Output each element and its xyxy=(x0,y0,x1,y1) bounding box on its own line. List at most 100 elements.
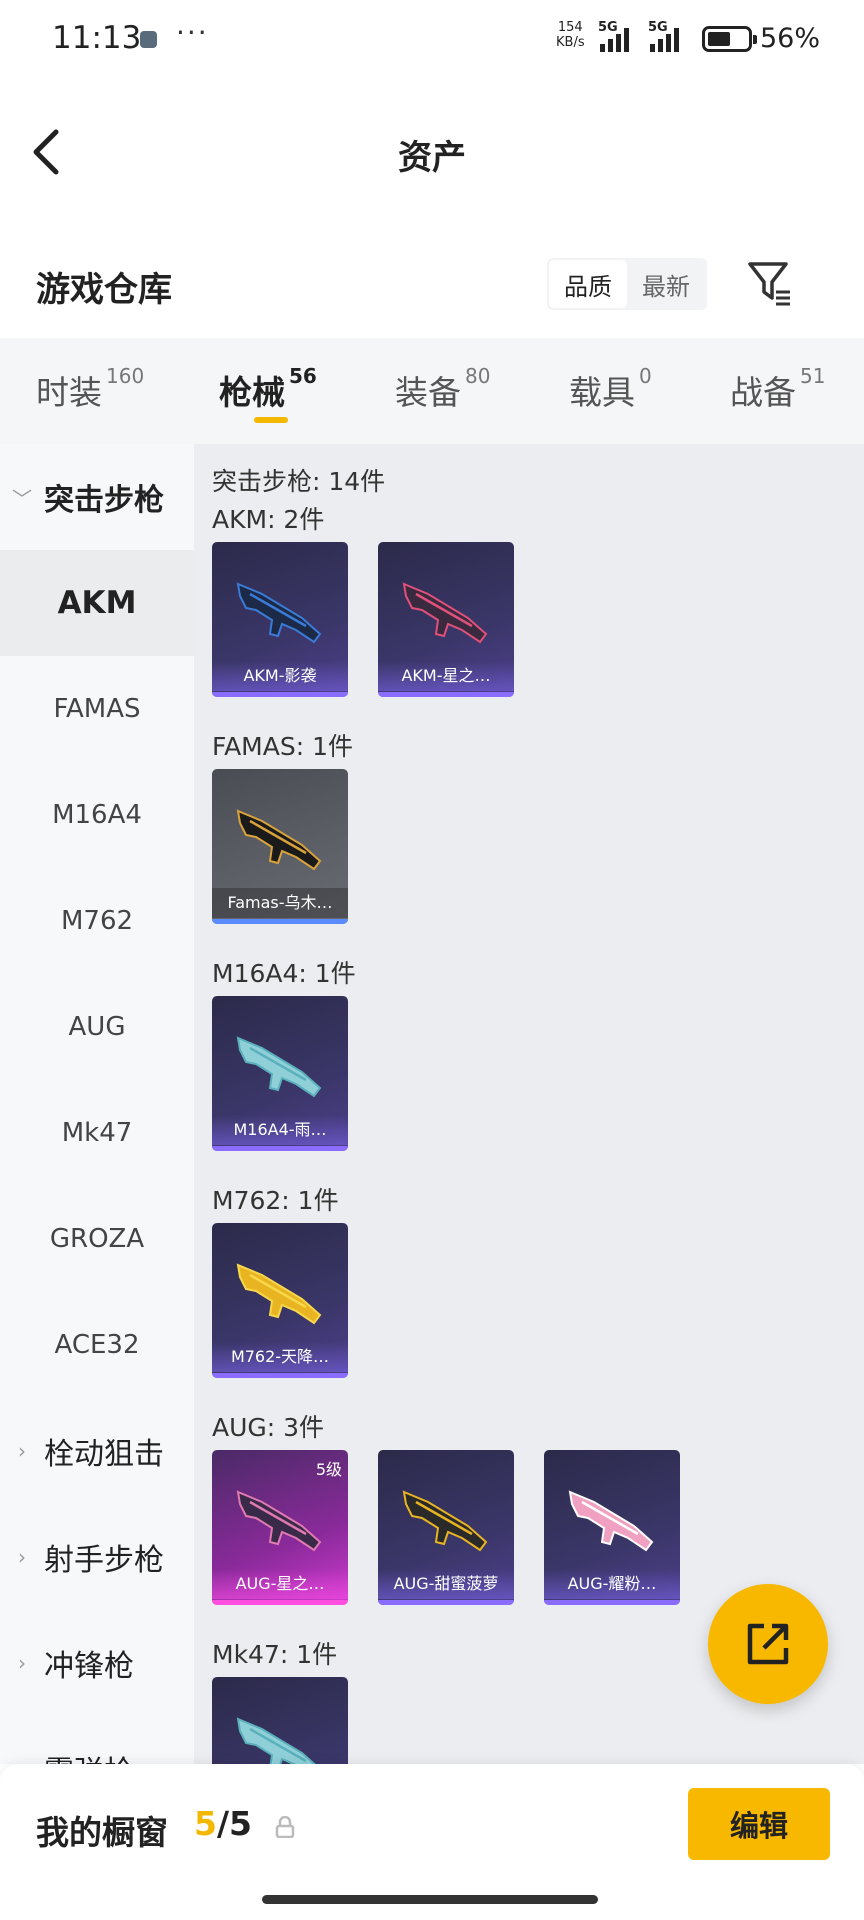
sidebar-item-aug[interactable]: AUG xyxy=(0,974,194,1080)
chevron-right-icon: › xyxy=(18,1439,26,1463)
rifle-icon xyxy=(402,1490,488,1552)
category-summary: 突击步枪: 14件 xyxy=(212,467,386,496)
battery-percent: 56% xyxy=(760,23,821,54)
rarity-bar xyxy=(212,692,348,697)
tab-count: 80 xyxy=(465,364,491,388)
rifle-icon xyxy=(402,582,488,644)
weapon-skin-name: AUG-耀粉… xyxy=(544,1569,680,1599)
tab-firearms[interactable]: 枪械 56 xyxy=(219,364,317,414)
rarity-bar xyxy=(212,1146,348,1151)
rifle-icon xyxy=(568,1490,654,1552)
sidebar-group-label: 突击步枪 xyxy=(44,483,164,518)
weapon-skin-name: AUG-星之… xyxy=(212,1569,348,1599)
sidebar-item-m762[interactable]: M762 xyxy=(0,868,194,974)
weapon-skin-card[interactable]: AKM-星之… xyxy=(378,542,514,697)
tab-label: 枪械 xyxy=(219,373,285,412)
tab-equipment[interactable]: 装备 80 xyxy=(395,364,491,414)
weapon-skin-card[interactable]: 5级 AUG-星之… xyxy=(212,1450,348,1605)
sidebar-item-m16a4[interactable]: M16A4 xyxy=(0,762,194,868)
signal-sim1-icon: 5G xyxy=(598,20,640,54)
weapon-skin-card[interactable]: M16A4-雨… xyxy=(212,996,348,1151)
sort-by-quality[interactable]: 品质 xyxy=(549,260,627,308)
home-indicator xyxy=(262,1895,598,1904)
weapon-section-title: AKM: 2件 xyxy=(212,505,325,534)
chevron-right-icon: › xyxy=(0,1757,44,1764)
sim2-label: 5G xyxy=(648,20,668,35)
weapon-skin-card[interactable]: Famas-乌木… xyxy=(212,769,348,924)
weapon-category-sidebar: ﹀ 突击步枪 AKM FAMAS M16A4 M762 AUG Mk47 GRO… xyxy=(0,444,194,1764)
chevron-down-icon: ﹀ xyxy=(12,486,32,511)
sidebar-group-label: 栓动狙击 xyxy=(44,1437,164,1472)
tab-count: 56 xyxy=(289,364,317,388)
filter-icon[interactable] xyxy=(746,258,794,308)
weapon-skin-card[interactable]: AKM-影袭 xyxy=(212,542,348,697)
tab-label: 时装 xyxy=(36,373,102,412)
external-link-icon xyxy=(747,1623,789,1665)
sidebar-group-bolt-sniper[interactable]: › 栓动狙击 xyxy=(0,1398,194,1504)
weapon-list: 突击步枪: 14件 AKM: 2件 AKM-影袭 AKM-星之… FAMAS: 1件 F… xyxy=(194,444,864,1764)
tab-supplies[interactable]: 战备 51 xyxy=(730,364,826,414)
weapon-skin-card[interactable]: AUG-甜蜜菠萝 xyxy=(378,1450,514,1605)
tab-label: 装备 xyxy=(395,373,461,412)
showcase-total: 5 xyxy=(229,1804,252,1843)
showcase-title: 我的橱窗 xyxy=(36,1813,168,1852)
rifle-icon xyxy=(236,1036,322,1098)
tab-count: 160 xyxy=(106,364,145,388)
weapon-skin-name: Famas-乌木… xyxy=(212,888,348,918)
tab-count: 51 xyxy=(800,364,826,388)
sidebar-group-assault-rifle[interactable]: ﹀ 突击步枪 xyxy=(0,444,194,550)
category-tabs: 时装 160 枪械 56 装备 80 载具 0 战备 51 xyxy=(0,338,864,444)
level-badge: 5级 xyxy=(315,1460,342,1479)
weapon-skin-card[interactable] xyxy=(212,1677,348,1764)
rarity-bar xyxy=(378,1600,514,1605)
chevron-right-icon: › xyxy=(18,1545,26,1569)
more-notifications-icon: ··· xyxy=(176,16,209,49)
app-header: 资产 xyxy=(0,110,864,190)
battery-icon xyxy=(702,26,757,52)
weapon-skin-name: AKM-星之… xyxy=(378,661,514,691)
tab-fashion[interactable]: 时装 160 xyxy=(36,364,145,414)
sidebar-group-shotgun[interactable]: › 霰弹枪 xyxy=(0,1716,194,1764)
weapon-section-title: Mk47: 1件 xyxy=(212,1640,338,1669)
rifle-icon xyxy=(236,1717,316,1764)
edit-button[interactable]: 编辑 xyxy=(688,1788,830,1860)
status-time: 11:13 xyxy=(52,20,142,56)
sidebar-item-mk47[interactable]: Mk47 xyxy=(0,1080,194,1186)
page-title: 资产 xyxy=(398,138,466,178)
notification-app-icon xyxy=(140,31,157,48)
sidebar-group-marksman-rifle[interactable]: › 射手步枪 xyxy=(0,1504,194,1610)
weapon-section-title: FAMAS: 1件 xyxy=(212,732,354,761)
rarity-bar xyxy=(544,1600,680,1605)
sidebar-item-ace32[interactable]: ACE32 xyxy=(0,1292,194,1398)
rifle-icon xyxy=(236,1263,322,1325)
active-tab-indicator xyxy=(254,417,288,423)
weapon-skin-name: AUG-甜蜜菠萝 xyxy=(378,1569,514,1599)
rifle-icon xyxy=(236,809,322,871)
network-speed-unit: KB/s xyxy=(556,35,585,50)
sidebar-item-akm[interactable]: AKM xyxy=(0,550,194,656)
share-floating-button[interactable] xyxy=(708,1584,828,1704)
chevron-right-icon: › xyxy=(18,1651,26,1675)
sidebar-item-groza[interactable]: GROZA xyxy=(0,1186,194,1292)
lock-icon xyxy=(275,1816,295,1838)
rarity-bar xyxy=(212,1600,348,1605)
rarity-bar xyxy=(212,919,348,924)
weapon-skin-name: AKM-影袭 xyxy=(212,661,348,691)
rarity-bar xyxy=(378,692,514,697)
weapon-section-title: AUG: 3件 xyxy=(212,1413,325,1442)
status-bar: 11:13 ··· 154 KB/s 5G 5G 56% xyxy=(0,0,864,80)
sort-toggle: 品质 最新 xyxy=(547,258,707,310)
sidebar-item-famas[interactable]: FAMAS xyxy=(0,656,194,762)
weapon-skin-card[interactable]: M762-天降… xyxy=(212,1223,348,1378)
showcase-separator: / xyxy=(216,1804,230,1843)
sidebar-group-smg[interactable]: › 冲锋枪 xyxy=(0,1610,194,1716)
sidebar-group-label: 霰弹枪 xyxy=(44,1747,134,1764)
sim1-label: 5G xyxy=(598,20,618,35)
rarity-bar xyxy=(212,1373,348,1378)
tab-vehicles[interactable]: 载具 0 xyxy=(569,364,652,414)
weapon-skin-card[interactable]: AUG-耀粉… xyxy=(544,1450,680,1605)
network-speed-value: 154 xyxy=(557,20,583,35)
rifle-icon xyxy=(236,1490,322,1552)
sort-by-newest[interactable]: 最新 xyxy=(627,260,705,308)
sidebar-group-label: 射手步枪 xyxy=(44,1543,164,1578)
